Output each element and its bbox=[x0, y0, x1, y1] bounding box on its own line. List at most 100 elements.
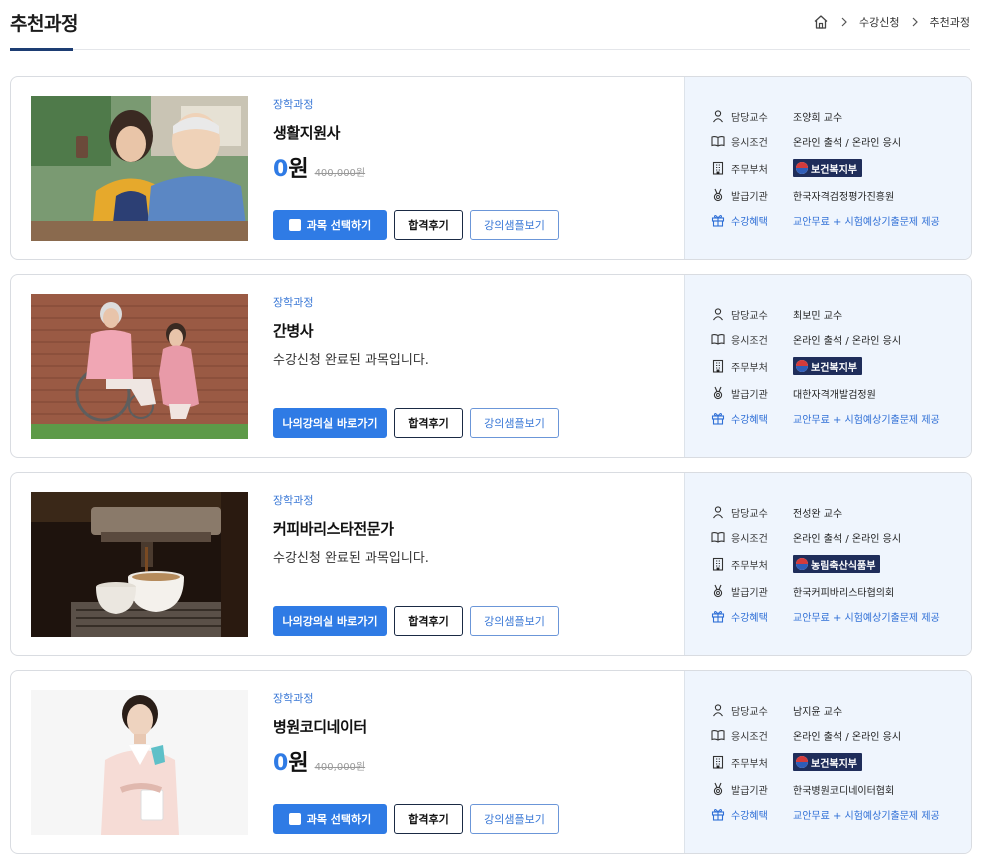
benefit-value: 교안무료 + 시험예상기출문제 제공 bbox=[793, 612, 940, 624]
home-icon[interactable] bbox=[813, 14, 829, 30]
ministry-badge: 농림축산식품부 bbox=[793, 555, 881, 573]
checkbox-icon bbox=[288, 219, 301, 231]
course-info: 장학과정 커피바리스타전문가 수강신청 완료된 과목입니다. bbox=[273, 492, 673, 566]
professor-value: 전성완 교수 bbox=[793, 508, 843, 520]
condition-label: 응시조건 bbox=[731, 731, 768, 743]
go-to-classroom-button[interactable]: 나의강의실 바로가기 bbox=[273, 606, 387, 636]
course-list: 장학과정 생활지원사 0원 400,000원 과목 선택하기 합격후기 강의샘플… bbox=[10, 76, 972, 856]
chevron-right-icon bbox=[837, 17, 851, 27]
ministry-row: 주무부처 농림축산식품부 bbox=[711, 554, 881, 574]
course-price: 0원 bbox=[273, 151, 309, 183]
professor-label: 담당교수 bbox=[731, 706, 768, 718]
benefit-label: 수강혜택 bbox=[731, 414, 768, 426]
review-button[interactable]: 합격후기 bbox=[394, 804, 463, 834]
enrollment-status: 수강신청 완료된 과목입니다. bbox=[273, 551, 429, 566]
professor-row: 담당교수 최보민 교수 bbox=[711, 306, 842, 322]
sample-lecture-button[interactable]: 강의샘플보기 bbox=[470, 606, 559, 636]
ministry-row: 주무부처 보건복지부 bbox=[711, 752, 862, 772]
issuer-row: 발급기관 한국병원코디네이터협회 bbox=[711, 781, 894, 797]
ministry-label: 주무부처 bbox=[731, 758, 768, 770]
sample-lecture-button[interactable]: 강의샘플보기 bbox=[470, 804, 559, 834]
issuer-value: 한국자격검정평가진흥원 bbox=[793, 191, 895, 203]
book-icon bbox=[711, 134, 725, 148]
ministry-label: 주무부처 bbox=[731, 362, 768, 374]
breadcrumb-item-current[interactable]: 추천과정 bbox=[930, 14, 970, 30]
person-icon bbox=[711, 109, 725, 123]
issuer-label: 발급기관 bbox=[731, 191, 768, 203]
condition-value: 온라인 출석 / 온라인 응시 bbox=[793, 335, 902, 347]
gift-icon bbox=[711, 807, 725, 821]
condition-value: 온라인 출석 / 온라인 응시 bbox=[793, 137, 902, 149]
course-category: 장학과정 bbox=[273, 296, 314, 309]
select-course-label: 과목 선택하기 bbox=[306, 813, 372, 826]
ministry-label: 주무부처 bbox=[731, 560, 768, 572]
course-actions: 나의강의실 바로가기 합격후기 강의샘플보기 bbox=[273, 408, 566, 438]
condition-row: 응시조건 온라인 출석 / 온라인 응시 bbox=[711, 331, 901, 347]
course-actions: 과목 선택하기 합격후기 강의샘플보기 bbox=[273, 804, 566, 834]
select-course-button[interactable]: 과목 선택하기 bbox=[273, 804, 387, 834]
medal-icon bbox=[711, 386, 725, 400]
review-button[interactable]: 합격후기 bbox=[394, 606, 463, 636]
ministry-label: 주무부처 bbox=[731, 164, 768, 176]
issuer-row: 발급기관 대한자격개발검정원 bbox=[711, 385, 876, 401]
ministry-value: 보건복지부 bbox=[811, 164, 857, 176]
course-detail-panel: 담당교수 조양희 교수 응시조건 온라인 출석 / 온라인 응시 주무부처 보건… bbox=[684, 77, 971, 259]
course-thumbnail bbox=[31, 294, 248, 439]
course-name: 병원코디네이터 bbox=[273, 718, 367, 736]
government-seal-icon bbox=[796, 756, 808, 768]
professor-row: 담당교수 전성완 교수 bbox=[711, 504, 842, 520]
course-info: 장학과정 생활지원사 0원 400,000원 bbox=[273, 96, 673, 183]
course-thumbnail bbox=[31, 690, 248, 835]
professor-row: 담당교수 남지윤 교수 bbox=[711, 702, 842, 718]
course-card: 장학과정 간병사 수강신청 완료된 과목입니다. 나의강의실 바로가기 합격후기… bbox=[10, 274, 972, 458]
price-number: 0 bbox=[273, 751, 289, 776]
course-price: 0원 bbox=[273, 745, 309, 777]
course-card: 장학과정 병원코디네이터 0원 400,000원 과목 선택하기 합격후기 강의… bbox=[10, 670, 972, 854]
issuer-value: 한국커피바리스타협의회 bbox=[793, 587, 895, 599]
course-thumbnail bbox=[31, 492, 248, 637]
price-row: 0원 400,000원 bbox=[273, 745, 673, 777]
professor-value: 최보민 교수 bbox=[793, 310, 843, 322]
breadcrumb-item-enroll[interactable]: 수강신청 bbox=[859, 14, 899, 30]
building-icon bbox=[711, 557, 725, 571]
go-to-classroom-button[interactable]: 나의강의실 바로가기 bbox=[273, 408, 387, 438]
book-icon bbox=[711, 530, 725, 544]
government-seal-icon bbox=[796, 558, 808, 570]
condition-row: 응시조건 온라인 출석 / 온라인 응시 bbox=[711, 529, 901, 545]
page-header: 추천과정 수강신청 추천과정 bbox=[0, 0, 982, 52]
select-course-button[interactable]: 과목 선택하기 bbox=[273, 210, 387, 240]
title-underline bbox=[10, 48, 73, 51]
issuer-label: 발급기관 bbox=[731, 587, 768, 599]
issuer-label: 발급기관 bbox=[731, 785, 768, 797]
condition-value: 온라인 출석 / 온라인 응시 bbox=[793, 731, 902, 743]
condition-label: 응시조건 bbox=[731, 533, 768, 545]
person-icon bbox=[711, 505, 725, 519]
course-name: 커피바리스타전문가 bbox=[273, 520, 394, 538]
benefit-label: 수강혜택 bbox=[731, 216, 768, 228]
price-unit: 원 bbox=[288, 157, 309, 182]
course-detail-panel: 담당교수 최보민 교수 응시조건 온라인 출석 / 온라인 응시 주무부처 보건… bbox=[684, 275, 971, 457]
ministry-row: 주무부처 보건복지부 bbox=[711, 158, 862, 178]
professor-label: 담당교수 bbox=[731, 310, 768, 322]
government-seal-icon bbox=[796, 162, 808, 174]
review-button[interactable]: 합격후기 bbox=[394, 408, 463, 438]
professor-row: 담당교수 조양희 교수 bbox=[711, 108, 842, 124]
course-category: 장학과정 bbox=[273, 494, 314, 507]
select-course-label: 과목 선택하기 bbox=[306, 219, 372, 232]
course-actions: 과목 선택하기 합격후기 강의샘플보기 bbox=[273, 210, 566, 240]
condition-label: 응시조건 bbox=[731, 335, 768, 347]
sample-lecture-button[interactable]: 강의샘플보기 bbox=[470, 408, 559, 438]
building-icon bbox=[711, 755, 725, 769]
review-button[interactable]: 합격후기 bbox=[394, 210, 463, 240]
ministry-value: 보건복지부 bbox=[811, 758, 857, 770]
benefit-value: 교안무료 + 시험예상기출문제 제공 bbox=[793, 414, 940, 426]
benefit-row: 수강혜택 교안무료 + 시험예상기출문제 제공 bbox=[711, 410, 940, 426]
condition-value: 온라인 출석 / 온라인 응시 bbox=[793, 533, 902, 545]
issuer-label: 발급기관 bbox=[731, 389, 768, 401]
price-row: 0원 400,000원 bbox=[273, 151, 673, 183]
ministry-badge: 보건복지부 bbox=[793, 753, 862, 771]
benefit-row: 수강혜택 교안무료 + 시험예상기출문제 제공 bbox=[711, 212, 940, 228]
sample-lecture-button[interactable]: 강의샘플보기 bbox=[470, 210, 559, 240]
course-card: 장학과정 커피바리스타전문가 수강신청 완료된 과목입니다. 나의강의실 바로가… bbox=[10, 472, 972, 656]
course-category: 장학과정 bbox=[273, 98, 314, 111]
